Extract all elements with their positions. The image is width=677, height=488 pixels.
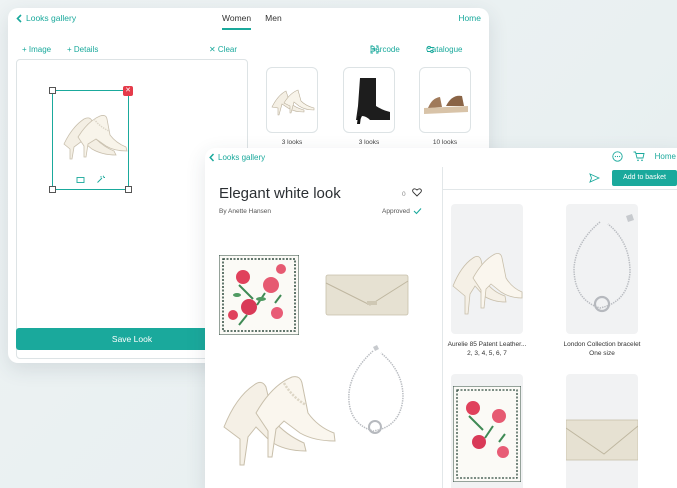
item-card-scarf[interactable]: [451, 374, 523, 488]
catalogue-label: Catalogue: [426, 45, 463, 54]
product-card-boot[interactable]: [343, 67, 395, 133]
item-info: Aurelie 85 Patent Leather... 2, 3, 4, 5,…: [437, 340, 537, 358]
look-overview-pane: Elegant white look By Anette Hansen 0 Ap…: [205, 167, 443, 488]
topbar-actions: Home: [612, 151, 676, 162]
add-details-button[interactable]: + Details: [67, 45, 98, 54]
chevron-left-icon: [16, 13, 22, 23]
resize-handle-bl[interactable]: [49, 186, 56, 193]
like-count-value: 0: [402, 191, 406, 198]
silver-bracelet-image: [348, 345, 404, 434]
barcode-button[interactable]: Barcode: [370, 45, 400, 54]
items-header: Add to basket: [443, 167, 677, 190]
add-image-button[interactable]: + Image: [22, 45, 51, 54]
item-card-clutch[interactable]: [566, 374, 638, 488]
cart-icon[interactable]: [633, 151, 645, 162]
remove-item-button[interactable]: ✕: [123, 86, 133, 96]
home-link[interactable]: Home: [655, 152, 676, 161]
product-looks-count: 3 looks: [358, 139, 380, 146]
status-label: Approved: [382, 207, 410, 215]
clear-button[interactable]: ✕ Clear: [209, 45, 237, 54]
resize-handle-tl[interactable]: [49, 87, 56, 94]
bracelet-product-image: [573, 214, 634, 313]
back-label: Looks gallery: [26, 13, 77, 23]
black-boot-thumbnail: [356, 78, 390, 124]
floral-scarf-image: [219, 255, 299, 335]
like-counter[interactable]: 0: [402, 188, 423, 198]
builder-topbar: Looks gallery Women Men Home: [8, 8, 489, 30]
chevron-left-icon: [209, 153, 215, 162]
look-author: By Anette Hansen: [219, 208, 272, 215]
item-sizes: 2, 3, 4, 5, 6, 7: [467, 350, 507, 357]
product-looks-count: 3 looks: [281, 139, 303, 146]
item-card-bracelet[interactable]: [566, 204, 638, 334]
checkmark-icon: [413, 208, 422, 215]
clutch-product-image: [566, 419, 638, 461]
tab-men[interactable]: Men: [265, 13, 282, 30]
item-card-heels[interactable]: [451, 204, 523, 334]
scarf-product-image: [453, 386, 521, 482]
detail-topbar: Looks gallery Home: [205, 148, 677, 167]
crop-icon[interactable]: [76, 176, 85, 184]
send-icon[interactable]: [589, 173, 600, 183]
resize-handle-br[interactable]: [125, 186, 132, 193]
item-sizes: One size: [589, 350, 615, 357]
back-label: Looks gallery: [218, 153, 266, 162]
look-title: Elegant white look: [219, 185, 341, 202]
product-card-heels[interactable]: [266, 67, 318, 133]
catalogue-button[interactable]: Catalogue: [426, 45, 462, 54]
white-heels-image: [63, 115, 128, 160]
sandal-thumbnail: [424, 95, 468, 114]
tab-women[interactable]: Women: [222, 13, 252, 30]
add-to-basket-button[interactable]: Add to basket: [612, 170, 677, 186]
white-heels-image: [223, 376, 336, 466]
builder-toolbar: + Image + Details ✕ Clear Barcode Catalo…: [8, 45, 489, 57]
item-info: London Collection bracelet One size: [552, 340, 652, 358]
back-to-gallery-link[interactable]: Looks gallery: [209, 153, 265, 162]
item-name: London Collection bracelet: [563, 341, 641, 348]
item-name: Aurelie 85 Patent Leather...: [447, 341, 527, 348]
heels-thumbnail: [271, 89, 315, 116]
heart-icon[interactable]: [412, 188, 423, 197]
selected-item-frame[interactable]: ✕: [49, 86, 133, 193]
product-card-sandal[interactable]: [419, 67, 471, 133]
back-to-gallery-link[interactable]: Looks gallery: [16, 13, 76, 23]
look-detail-window: Looks gallery Home Elegant white look By…: [205, 148, 677, 488]
gender-tabs: Women Men: [222, 13, 282, 30]
clutch-bag-image: [325, 274, 409, 316]
magic-wand-icon[interactable]: [96, 175, 105, 184]
barcode-label: Barcode: [370, 45, 400, 54]
product-looks-count: 10 looks: [432, 139, 458, 146]
approval-status: Approved: [382, 207, 422, 215]
home-link[interactable]: Home: [458, 13, 481, 23]
more-options-icon[interactable]: [612, 151, 623, 162]
heels-product-image: [452, 253, 523, 315]
